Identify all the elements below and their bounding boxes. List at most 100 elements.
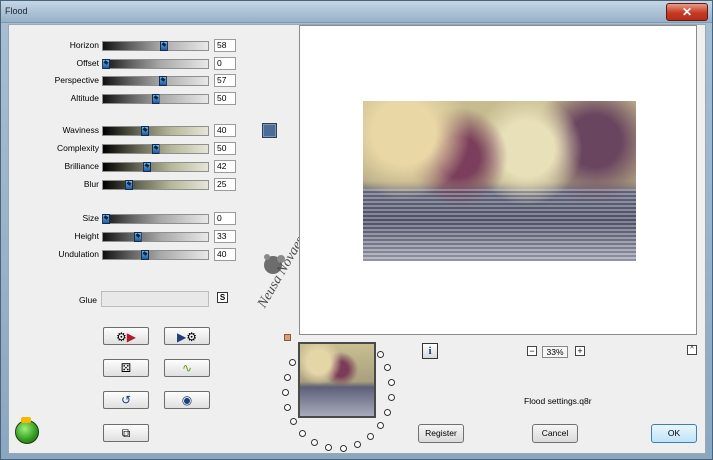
ring-dot (290, 418, 297, 425)
stop-button[interactable]: ◉ (164, 391, 210, 409)
ring-dot (354, 441, 361, 448)
ring-dot (299, 430, 306, 437)
param-label-brilliance: Brilliance (64, 161, 100, 171)
perspective-value-field[interactable]: 57 (214, 74, 236, 87)
slider-thumb[interactable] (141, 126, 149, 136)
param-row-undulation: Undulation 40 (9, 248, 249, 262)
reset-icon: ⚙▶ (116, 330, 136, 344)
ok-button[interactable]: OK (651, 424, 697, 443)
param-row-size: Size 0 (9, 212, 249, 226)
slider-thumb[interactable] (151, 144, 160, 154)
brilliance-value-field[interactable]: 42 (214, 160, 236, 173)
altitude-value-field[interactable]: 50 (214, 92, 236, 105)
ring-dot (325, 444, 332, 451)
randomize-button[interactable]: ⚄ (103, 359, 149, 377)
register-button[interactable]: Register (418, 424, 464, 443)
param-label-offset: Offset (76, 58, 99, 68)
settings-filename: Flood settings.q8r (524, 396, 592, 406)
size-slider[interactable] (102, 214, 209, 224)
complexity-slider[interactable] (102, 144, 209, 154)
flood-dialog-window: Flood ✕ Horizon 58 Offset 0 Perspective … (0, 0, 713, 460)
horizon-value-field[interactable]: 58 (214, 39, 236, 52)
slider-thumb[interactable] (141, 250, 149, 260)
ring-dot (377, 422, 384, 429)
slider-thumb[interactable] (133, 232, 142, 242)
wave-icon: ∿ (181, 361, 193, 375)
ring-dot (384, 364, 391, 371)
ring-dot (384, 409, 391, 416)
preview-image (363, 101, 636, 261)
param-row-complexity: Complexity 50 (9, 142, 249, 156)
ring-dot (340, 445, 347, 452)
param-row-perspective: Perspective 57 (9, 74, 249, 88)
param-label-undulation: Undulation (58, 249, 99, 259)
param-row-brilliance: Brilliance 42 (9, 160, 249, 174)
horizon-slider[interactable] (102, 41, 209, 51)
apply-button[interactable]: ▶⚙ (164, 327, 210, 345)
param-label-height: Height (74, 231, 99, 241)
slider-thumb[interactable] (158, 76, 167, 86)
navigator-thumbnail[interactable] (298, 342, 376, 418)
info-button[interactable]: i (422, 343, 438, 359)
undo-button[interactable]: ↺ (103, 391, 149, 409)
param-row-waviness: Waviness 40 (9, 124, 249, 138)
slider-thumb[interactable] (143, 162, 152, 172)
navigator-handle-icon[interactable] (284, 334, 291, 341)
param-label-waviness: Waviness (62, 125, 99, 135)
cancel-button[interactable]: Cancel (532, 424, 578, 443)
close-button[interactable]: ✕ (666, 3, 708, 21)
window-title: Flood (5, 6, 28, 16)
zoom-out-button[interactable]: − (527, 346, 537, 356)
flood-color-swatch[interactable] (262, 123, 277, 138)
offset-slider[interactable] (102, 59, 209, 69)
glue-lock-button[interactable]: S (217, 292, 228, 303)
dice-icon: ⚄ (120, 361, 132, 375)
param-row-blur: Blur 25 (9, 178, 249, 192)
reset-button[interactable]: ⚙▶ (103, 327, 149, 345)
height-value-field[interactable]: 33 (214, 230, 236, 243)
perspective-slider[interactable] (102, 76, 209, 86)
preview-panel[interactable] (299, 25, 697, 335)
param-label-horizon: Horizon (69, 40, 99, 50)
height-slider[interactable] (102, 232, 209, 242)
ring-dot (388, 379, 395, 386)
offset-value-field[interactable]: 0 (214, 57, 236, 70)
param-row-altitude: Altitude 50 (9, 92, 249, 106)
copy-icon: ⧉ (121, 426, 131, 440)
complexity-value-field[interactable]: 50 (214, 142, 236, 155)
param-label-perspective: Perspective (54, 75, 99, 85)
title-bar[interactable]: Flood ✕ (1, 1, 712, 23)
slider-thumb[interactable] (125, 180, 134, 190)
ring-dot (289, 359, 296, 366)
ring-dot (284, 404, 291, 411)
slider-thumb[interactable] (159, 41, 168, 51)
wave-button[interactable]: ∿ (164, 359, 210, 377)
blur-value-field[interactable]: 25 (214, 178, 236, 191)
zoom-in-button[interactable]: + (575, 346, 585, 356)
size-value-field[interactable]: 0 (214, 212, 236, 225)
slider-thumb[interactable] (151, 94, 160, 104)
slider-thumb[interactable] (102, 214, 111, 224)
blur-slider[interactable] (102, 180, 209, 190)
dialog-client-area: Horizon 58 Offset 0 Perspective 57 Altit… (8, 24, 706, 454)
slider-thumb[interactable] (102, 59, 111, 69)
glue-dropdown[interactable] (101, 291, 209, 307)
waviness-slider[interactable] (102, 126, 209, 136)
param-row-horizon: Horizon 58 (9, 39, 249, 53)
zoom-level: 33% (542, 346, 568, 358)
filter-logo-icon (15, 417, 39, 444)
param-row-offset: Offset 0 (9, 57, 249, 71)
undulation-value-field[interactable]: 40 (214, 248, 236, 261)
glue-label: Glue (79, 295, 97, 305)
param-label-blur: Blur (83, 179, 99, 189)
param-row-height: Height 33 (9, 230, 249, 244)
param-label-altitude: Altitude (70, 93, 99, 103)
copy-button[interactable]: ⧉ (103, 424, 149, 442)
brilliance-slider[interactable] (102, 162, 209, 172)
collapse-up-button[interactable]: ^ (687, 345, 697, 355)
param-label-size: Size (82, 213, 99, 223)
ring-dot (311, 439, 318, 446)
altitude-slider[interactable] (102, 94, 209, 104)
waviness-value-field[interactable]: 40 (214, 124, 236, 137)
undulation-slider[interactable] (102, 250, 209, 260)
